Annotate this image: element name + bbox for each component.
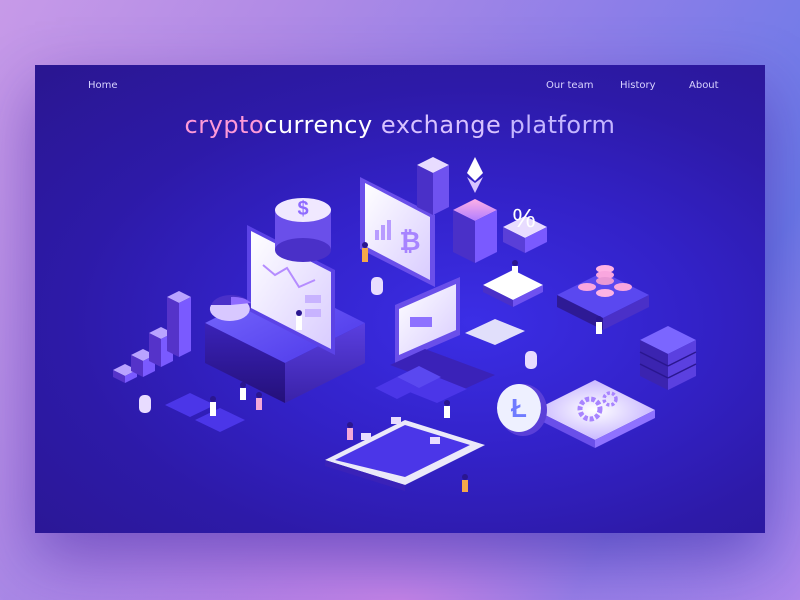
server-icon (639, 326, 697, 390)
bar-chart-icon (113, 291, 191, 383)
svg-text:$: $ (297, 198, 308, 220)
landing-page-frame: Home Our team History About cryptocurren… (35, 65, 765, 533)
svg-text:₿: ₿ (399, 226, 420, 256)
isometric-illustration: $ ₿ % Ł (113, 157, 697, 492)
coins-icon (557, 265, 649, 330)
gear-icon (535, 380, 655, 448)
svg-text:Ł: Ł (511, 393, 527, 423)
percent-icon: % (503, 203, 547, 253)
litecoin-icon: Ł (497, 384, 547, 436)
svg-text:%: % (512, 203, 535, 233)
dollar-icon: $ (275, 198, 331, 262)
